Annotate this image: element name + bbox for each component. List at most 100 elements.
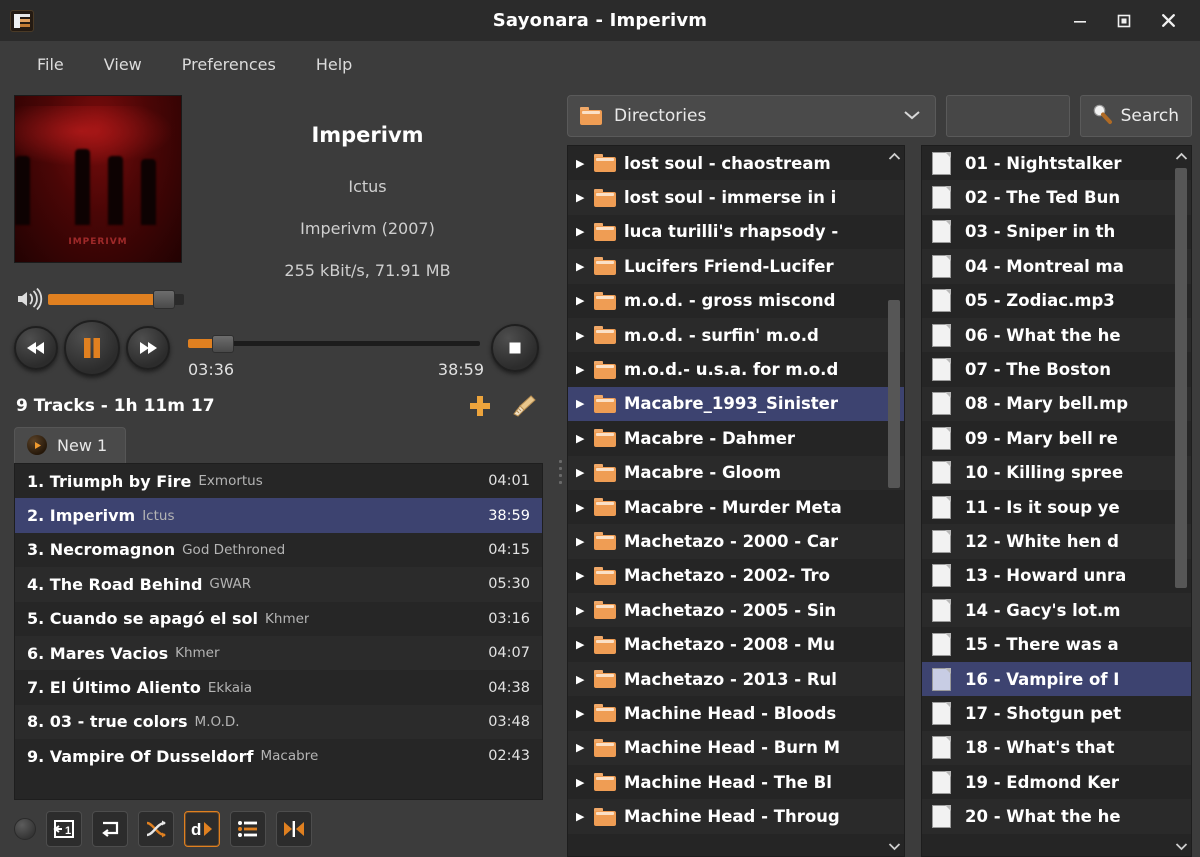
expand-arrow-icon[interactable]: ▶ (576, 260, 594, 273)
directory-row[interactable]: ▶ Macabre - Gloom (568, 455, 904, 490)
file-row[interactable]: 12 - White hen d (922, 524, 1191, 559)
file-row[interactable]: 16 - Vampire of I (922, 661, 1191, 697)
file-row[interactable]: 05 - Zodiac.mp3 (922, 284, 1191, 318)
search-button[interactable]: Search (1079, 95, 1192, 137)
expand-arrow-icon[interactable]: ▶ (576, 501, 594, 514)
expand-arrow-icon[interactable]: ▶ (576, 604, 594, 617)
append-toggle[interactable] (230, 811, 266, 847)
track-row[interactable]: 5. Cuando se apagó el sol Khmer 03:16 (15, 602, 542, 636)
track-row[interactable]: 9. Vampire Of Dusseldorf Macabre 02:43 (15, 739, 542, 773)
shuffle-toggle[interactable] (138, 811, 174, 847)
track-row[interactable]: 6. Mares Vacios Khmer 04:07 (15, 635, 542, 671)
file-row[interactable]: 06 - What the he (922, 317, 1191, 353)
file-scrollbar[interactable] (1173, 148, 1189, 854)
menu-preferences[interactable]: Preferences (167, 49, 291, 80)
file-row[interactable]: 19 - Edmond Ker (922, 765, 1191, 799)
file-row[interactable]: 11 - Is it soup ye (922, 490, 1191, 524)
expand-arrow-icon[interactable]: ▶ (576, 569, 594, 582)
track-row[interactable]: 4. The Road Behind GWAR 05:30 (15, 567, 542, 602)
volume-icon[interactable] (14, 286, 44, 312)
repeat-one-toggle[interactable]: 1 (46, 811, 82, 847)
track-row[interactable]: 2. Imperivm Ictus 38:59 (15, 498, 542, 533)
pause-icon[interactable] (64, 320, 120, 376)
track-list[interactable]: 1. Triumph by Fire Exmortus 04:01 2. Imperi… (14, 463, 543, 800)
expand-arrow-icon[interactable]: ▶ (576, 535, 594, 548)
directory-row[interactable]: ▶ Machetazo - 2005 - Sin (568, 593, 904, 628)
expand-arrow-icon[interactable]: ▶ (576, 294, 594, 307)
chevron-up-icon[interactable] (886, 148, 902, 164)
directory-row[interactable]: ▶ m.o.d.- u.s.a. for m.o.d (568, 352, 904, 386)
track-row[interactable]: 7. El Último Aliento Ekkaia 04:38 (15, 670, 542, 704)
expand-arrow-icon[interactable]: ▶ (576, 432, 594, 445)
playlist-tab-new-1[interactable]: New 1 (14, 427, 127, 463)
track-row[interactable]: 3. Necromagnon God Dethroned 04:15 (15, 533, 542, 567)
menu-help[interactable]: Help (301, 49, 367, 80)
expand-arrow-icon[interactable]: ▶ (576, 191, 594, 204)
directory-row[interactable]: ▶ lost soul - chaostream (568, 146, 904, 180)
file-row[interactable]: 01 - Nightstalker (922, 146, 1191, 180)
file-row[interactable]: 17 - Shotgun pet (922, 696, 1191, 730)
directory-row[interactable]: ▶ Machine Head - Burn M (568, 730, 904, 766)
directory-row[interactable]: ▶ m.o.d. - gross miscond (568, 284, 904, 318)
track-row[interactable]: 8. 03 - true colors M.O.D. 03:48 (15, 704, 542, 740)
directory-list[interactable]: ▶ lost soul - chaostream ▶ lost soul - imme… (568, 146, 904, 856)
directory-row[interactable]: ▶ Macabre - Murder Meta (568, 490, 904, 524)
file-row[interactable]: 14 - Gacy's lot.m (922, 593, 1191, 628)
stop-icon[interactable] (491, 324, 539, 372)
expand-arrow-icon[interactable]: ▶ (576, 638, 594, 651)
directory-row[interactable]: ▶ luca turilli's rhapsody - (568, 215, 904, 249)
add-icon[interactable] (467, 393, 493, 419)
file-row[interactable]: 18 - What's that (922, 730, 1191, 766)
directory-row[interactable]: ▶ Machetazo - 2008 - Mu (568, 627, 904, 661)
directory-row[interactable]: ▶ Lucifers Friend-Lucifer (568, 249, 904, 284)
expand-arrow-icon[interactable]: ▶ (576, 741, 594, 754)
directory-row[interactable]: ▶ Macabre_1993_Sinister (568, 386, 904, 422)
expand-arrow-icon[interactable]: ▶ (576, 776, 594, 789)
file-row[interactable]: 04 - Montreal ma (922, 249, 1191, 284)
file-row[interactable]: 10 - Killing spree (922, 455, 1191, 490)
track-row[interactable]: 1. Triumph by Fire Exmortus 04:01 (15, 464, 542, 498)
expand-arrow-icon[interactable]: ▶ (576, 157, 594, 170)
directory-row[interactable]: ▶ Machine Head - Throug (568, 799, 904, 834)
file-row[interactable]: 20 - What the he (922, 799, 1191, 834)
repeat-all-toggle[interactable] (92, 811, 128, 847)
file-row[interactable]: 03 - Sniper in th (922, 215, 1191, 249)
playlist-mode-knob[interactable] (14, 818, 36, 840)
directory-row[interactable]: ▶ Machine Head - The Bl (568, 765, 904, 799)
expand-arrow-icon[interactable]: ▶ (576, 707, 594, 720)
expand-arrow-icon[interactable]: ▶ (576, 466, 594, 479)
file-row[interactable]: 09 - Mary bell re (922, 421, 1191, 455)
menu-view[interactable]: View (89, 49, 157, 80)
directory-scrollbar[interactable] (886, 148, 902, 854)
menu-file[interactable]: File (22, 49, 79, 80)
seek-slider[interactable] (188, 332, 491, 354)
file-row[interactable]: 08 - Mary bell.mp (922, 386, 1191, 422)
expand-arrow-icon[interactable]: ▶ (576, 397, 594, 410)
gapless-toggle[interactable] (276, 811, 312, 847)
directory-row[interactable]: ▶ Machetazo - 2013 - Rul (568, 661, 904, 697)
directory-row[interactable]: ▶ Macabre - Dahmer (568, 421, 904, 455)
expand-arrow-icon[interactable]: ▶ (576, 810, 594, 823)
volume-slider[interactable] (48, 288, 184, 310)
chevron-down-icon[interactable] (886, 838, 902, 854)
expand-arrow-icon[interactable]: ▶ (576, 363, 594, 376)
file-row[interactable]: 02 - The Ted Bun (922, 180, 1191, 215)
next-icon[interactable] (126, 326, 170, 370)
pane-splitter[interactable] (553, 87, 567, 857)
previous-icon[interactable] (14, 326, 58, 370)
search-input[interactable] (945, 95, 1070, 137)
dynamic-play-toggle[interactable]: d (184, 811, 220, 847)
directory-row[interactable]: ▶ lost soul - immerse in i (568, 180, 904, 215)
expand-arrow-icon[interactable]: ▶ (576, 673, 594, 686)
directory-row[interactable]: ▶ Machetazo - 2002- Tro (568, 559, 904, 593)
file-row[interactable]: 07 - The Boston (922, 352, 1191, 386)
directory-row[interactable]: ▶ Machine Head - Bloods (568, 696, 904, 730)
expand-arrow-icon[interactable]: ▶ (576, 225, 594, 238)
file-row[interactable]: 15 - There was a (922, 627, 1191, 661)
directory-row[interactable]: ▶ Machetazo - 2000 - Car (568, 524, 904, 559)
chevron-down-icon[interactable] (1173, 838, 1189, 854)
file-list[interactable]: 01 - Nightstalker 02 - The Ted Bun 03 - Sn… (922, 146, 1191, 856)
file-row[interactable]: 13 - Howard unra (922, 559, 1191, 593)
chevron-up-icon[interactable] (1173, 148, 1189, 164)
directory-row[interactable]: ▶ m.o.d. - surfin' m.o.d (568, 317, 904, 353)
